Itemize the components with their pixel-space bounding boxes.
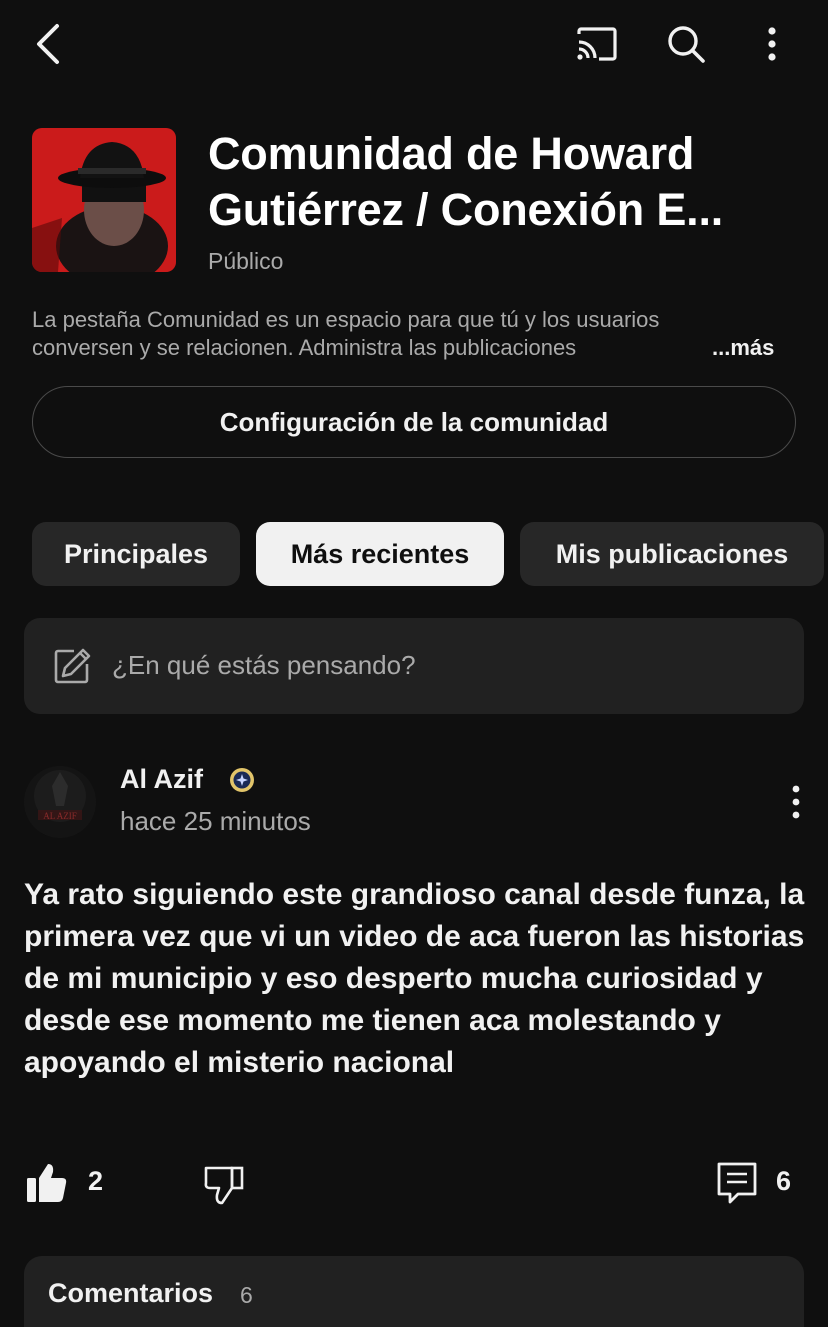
like-icon[interactable] — [24, 1160, 70, 1206]
like-count: 2 — [88, 1166, 104, 1196]
cast-button[interactable] — [568, 20, 626, 68]
edit-icon — [54, 648, 91, 684]
composer-placeholder: ¿En qué estás pensando? — [112, 650, 416, 680]
post-author[interactable]: Al Azif — [120, 764, 203, 795]
tab-mas-recientes[interactable]: Más recientes — [256, 522, 504, 586]
post-composer[interactable]: ¿En qué estás pensando? — [24, 618, 804, 714]
comments-count: 6 — [240, 1282, 253, 1308]
community-settings-button[interactable]: Configuración de la comunidad — [32, 386, 796, 458]
description-more-link[interactable]: ...más — [712, 334, 774, 362]
channel-avatar[interactable] — [32, 128, 176, 272]
author-avatar[interactable]: AL AZIF — [24, 766, 96, 838]
channel-avatar-image — [32, 128, 176, 272]
community-page: Comunidad de Howard Gutiérrez / Conexión… — [0, 0, 828, 1327]
more-button[interactable] — [752, 20, 792, 68]
comment-icon[interactable] — [716, 1160, 758, 1206]
dislike-icon[interactable] — [202, 1160, 248, 1206]
community-description: La pestaña Comunidad es un espacio para … — [32, 307, 660, 360]
comments-section[interactable]: Comentarios 6 — [24, 1256, 804, 1327]
community-title: Comunidad de Howard Gutiérrez / Conexión… — [208, 128, 724, 235]
search-icon — [668, 26, 705, 63]
search-button[interactable] — [660, 20, 712, 68]
visibility-label: Público — [208, 248, 284, 274]
comments-title: Comentarios — [48, 1278, 214, 1308]
author-avatar-image: AL AZIF — [24, 766, 96, 838]
back-button[interactable] — [22, 20, 74, 68]
tab-principales[interactable]: Principales — [32, 522, 240, 586]
comment-count: 6 — [776, 1166, 792, 1196]
post-timestamp: hace 25 minutos — [120, 806, 311, 836]
chevron-left-icon — [37, 24, 59, 64]
avatar-lettering: AL AZIF — [43, 811, 76, 821]
post-body: Ya rato siguiendo este grandioso canal d… — [24, 878, 805, 1079]
post-menu-button[interactable] — [780, 784, 812, 820]
member-badge-icon — [230, 768, 254, 792]
top-bar — [0, 0, 828, 90]
cast-icon — [577, 27, 617, 61]
more-vertical-icon — [768, 27, 776, 61]
more-vertical-icon — [792, 785, 800, 819]
tab-mis-publicaciones[interactable]: Mis publicaciones — [520, 522, 824, 586]
